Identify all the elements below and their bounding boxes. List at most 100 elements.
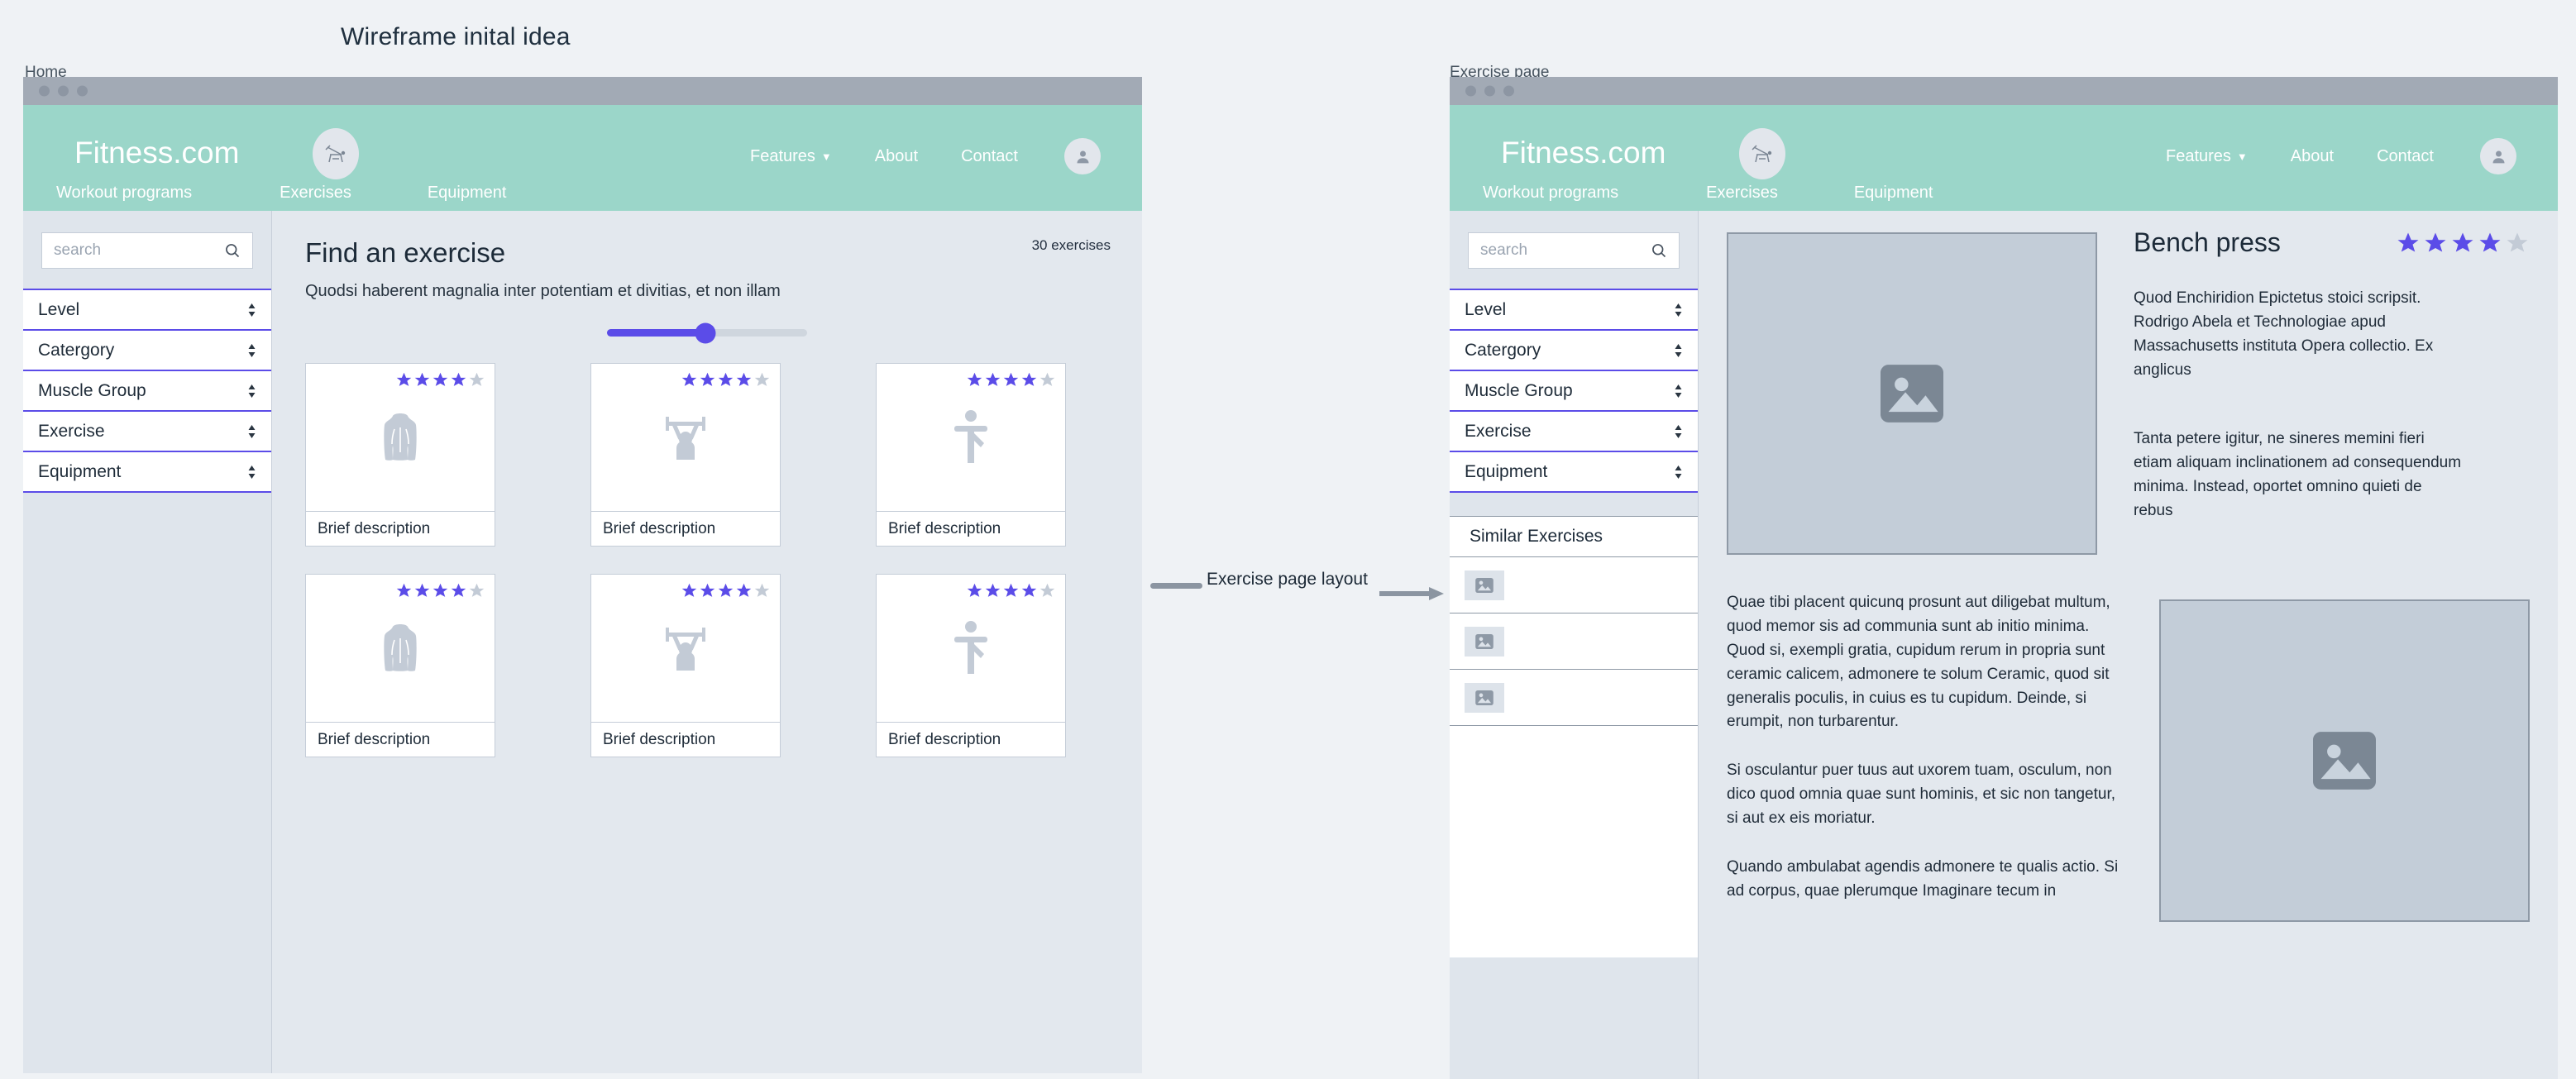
exercise-card[interactable]: Brief description (876, 574, 1066, 757)
filter-sidebar-home: search Level Catergory Muscle Group Exer… (23, 211, 271, 1073)
stepper-icon (247, 343, 256, 357)
exercise-body-paragraph: Quando ambulabat agendis admonere te qua… (1727, 857, 2119, 900)
window-dots (1465, 85, 1514, 97)
search-input[interactable]: search (41, 232, 253, 269)
nav-item-features[interactable]: Features ▼ (750, 147, 832, 166)
subnav-item-workout-programs[interactable]: Workout programs (56, 184, 192, 203)
star-empty-icon (2507, 232, 2528, 251)
filter-level[interactable]: Level (1450, 290, 1698, 331)
main-content-exercise: Bench press Quod Enchiridion Epictetus s… (1698, 211, 2558, 1079)
star-filled-icon (718, 583, 734, 597)
user-avatar-icon[interactable] (1064, 138, 1101, 174)
browser-window-exercise: Fitness.com Features ▼ About Contact Wor… (1450, 77, 2558, 1079)
slider-knob[interactable] (695, 322, 716, 343)
star-filled-icon (451, 583, 466, 597)
filter-catergory[interactable]: Catergory (1450, 331, 1698, 371)
nav-item-label: Features (2165, 146, 2231, 165)
site-header-home: Fitness.com Features ▼ About Contact Wor… (23, 105, 1142, 211)
card-description: Brief description (318, 730, 431, 748)
subnav-item-exercises[interactable]: Exercises (280, 184, 351, 203)
subnav-item-exercises[interactable]: Exercises (1706, 184, 1778, 203)
exercise-rating-stars (2396, 231, 2530, 255)
star-filled-icon (985, 583, 1001, 597)
star-filled-icon (718, 372, 734, 386)
subnav-item-workout-programs[interactable]: Workout programs (1483, 184, 1618, 203)
card-media (877, 364, 1065, 511)
card-footer: Brief description (306, 511, 495, 546)
card-footer: Brief description (877, 511, 1065, 546)
brand-row: Fitness.com Features ▼ About Contact (23, 128, 1142, 179)
similar-exercises-heading: Similar Exercises (1450, 516, 1698, 557)
arrow-right-icon (1379, 587, 1444, 604)
filter-muscle-group[interactable]: Muscle Group (1450, 371, 1698, 412)
rating-stars (966, 582, 1056, 599)
star-filled-icon (736, 583, 752, 597)
brand-name[interactable]: Fitness.com (74, 130, 239, 176)
filter-muscle-group[interactable]: Muscle Group (23, 371, 271, 412)
star-filled-icon (2479, 232, 2501, 251)
exercise-card[interactable]: Brief description (305, 574, 495, 757)
window-dot-maximize[interactable] (77, 85, 88, 97)
nav-item-label: Contact (961, 146, 1018, 165)
star-filled-icon (1003, 583, 1019, 597)
yoga-balance-icon (954, 621, 987, 674)
page-subtitle: Quodsi haberent magnalia inter potentiam… (305, 282, 781, 300)
filter-label: Muscle Group (38, 380, 146, 400)
filter-exercise[interactable]: Exercise (1450, 412, 1698, 452)
flow-connector: Exercise page layout (1145, 562, 1476, 612)
brand-row: Fitness.com Features ▼ About Contact (1450, 128, 2558, 179)
similar-exercise-item[interactable] (1450, 557, 1698, 614)
star-filled-icon (985, 372, 1001, 386)
exercise-card[interactable]: Brief description (305, 363, 495, 547)
nav-item-contact[interactable]: Contact (961, 147, 1018, 166)
window-dot-maximize[interactable] (1503, 85, 1514, 97)
filter-label: Equipment (38, 461, 122, 481)
star-filled-icon (2425, 232, 2446, 251)
window-dot-close[interactable] (1465, 85, 1476, 97)
exercise-card[interactable]: Brief description (590, 574, 781, 757)
rating-stars (395, 371, 485, 389)
card-media (877, 575, 1065, 722)
board-title: Wireframe inital idea (341, 23, 571, 50)
brand-name[interactable]: Fitness.com (1501, 130, 1666, 176)
similar-exercise-item[interactable] (1450, 670, 1698, 726)
image-placeholder-icon (1465, 682, 1504, 713)
nav-item-label: About (874, 146, 919, 165)
exercise-card[interactable]: Brief description (590, 363, 781, 547)
search-icon (1652, 244, 1666, 258)
filter-catergory[interactable]: Catergory (23, 331, 271, 371)
window-dot-minimize[interactable] (1484, 85, 1495, 97)
filter-equipment[interactable]: Equipment (1450, 452, 1698, 493)
yoga-balance-icon (954, 410, 987, 463)
stepper-icon (1674, 303, 1683, 317)
card-footer: Brief description (591, 722, 780, 757)
subnav-item-equipment[interactable]: Equipment (1854, 184, 1933, 203)
nav-item-contact[interactable]: Contact (2377, 147, 2434, 166)
filter-equipment[interactable]: Equipment (23, 452, 271, 493)
filter-exercise[interactable]: Exercise (23, 412, 271, 452)
window-chrome (23, 77, 1142, 105)
exercise-card[interactable]: Brief description (876, 363, 1066, 547)
filter-sidebar-exercise: search Level Catergory Muscle Group Exer… (1450, 211, 1698, 1079)
window-chrome (1450, 77, 2558, 105)
star-filled-icon (700, 372, 715, 386)
stepper-icon (1674, 424, 1683, 438)
page-body-home: search Level Catergory Muscle Group Exer… (23, 211, 1142, 1073)
filter-level[interactable]: Level (23, 290, 271, 331)
user-avatar-icon[interactable] (2480, 138, 2516, 174)
search-input[interactable]: search (1468, 232, 1680, 269)
back-muscle-icon (384, 624, 417, 671)
subnav-item-equipment[interactable]: Equipment (428, 184, 507, 203)
nav-item-label: About (2290, 146, 2335, 165)
range-slider[interactable] (607, 322, 807, 343)
card-footer: Brief description (306, 722, 495, 757)
nav-item-about[interactable]: About (2291, 147, 2334, 166)
nav-item-features[interactable]: Features ▼ (2166, 147, 2248, 166)
window-dot-close[interactable] (39, 85, 50, 97)
similar-exercise-item[interactable] (1450, 614, 1698, 670)
card-description: Brief description (318, 519, 431, 537)
window-dot-minimize[interactable] (58, 85, 69, 97)
nav-item-about[interactable]: About (875, 147, 918, 166)
star-empty-icon (469, 583, 485, 597)
search-container: search (1450, 232, 1698, 289)
